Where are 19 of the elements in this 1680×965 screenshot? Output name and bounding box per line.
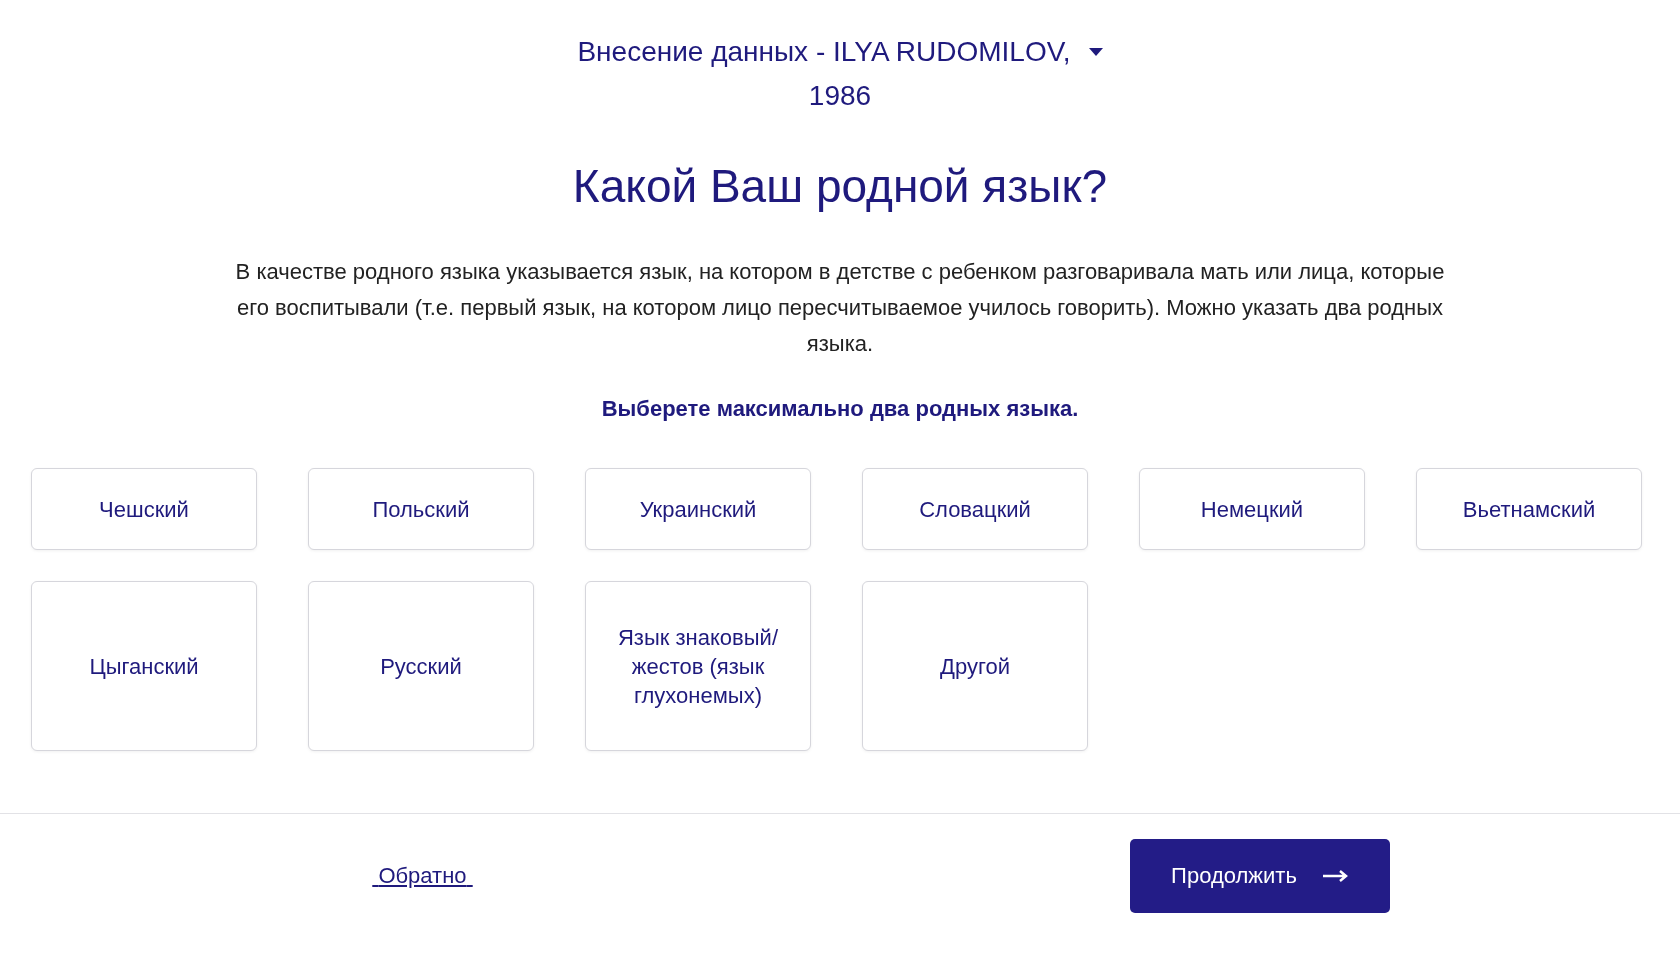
language-option[interactable]: Украинский (585, 468, 811, 550)
language-option[interactable]: Вьетнамский (1416, 468, 1642, 550)
instruction-text: Выберете максимально два родных языка. (601, 395, 1079, 423)
description-text: В качестве родного языка указывается язык, на котором в детстве с ребенком разговаривала мать или лица, которые его воспитывали (т.е. первый язык, на котором лицо пересчитываемое училось говорить). Можно указать два родных языка. (234, 258, 1446, 358)
back-link[interactable]: Обратно (372, 863, 473, 889)
language-option[interactable]: Словацкий (862, 468, 1088, 550)
continue-button[interactable]: Продолжить (1130, 839, 1390, 913)
language-option[interactable]: Язык знаковый/ жестов (язык глухонемых) (585, 581, 811, 751)
language-option[interactable]: Чешский (31, 468, 257, 550)
arrow-right-icon (1322, 870, 1349, 882)
language-option[interactable]: Польский (308, 468, 534, 550)
language-option[interactable]: Немецкий (1139, 468, 1365, 550)
page-subtitle: 1986 (808, 79, 872, 113)
caret-icon[interactable] (1088, 48, 1103, 56)
language-option[interactable]: Другой (862, 581, 1088, 751)
language-option[interactable]: Русский (308, 581, 534, 751)
page-title: Внесение данных - ILYA RUDOMILOV, (577, 35, 1071, 69)
question-heading: Какой Ваш родной язык? (572, 159, 1108, 214)
language-option[interactable]: Цыганский (31, 581, 257, 751)
